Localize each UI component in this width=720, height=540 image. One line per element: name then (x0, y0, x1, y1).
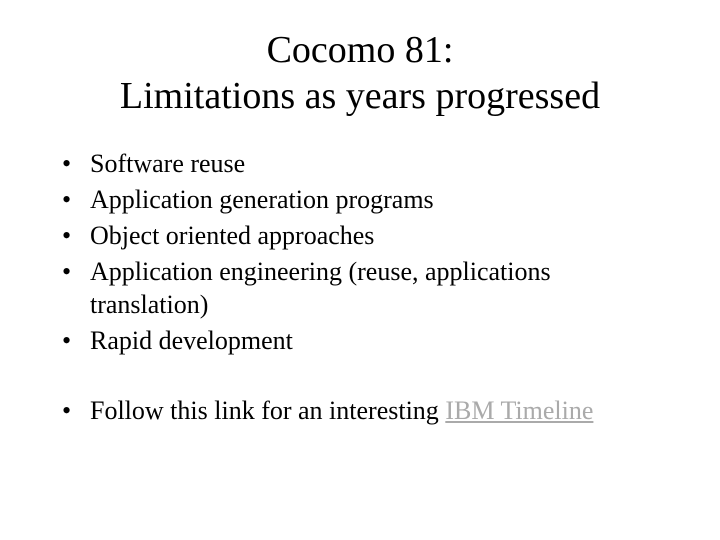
title-line-1: Cocomo 81: (267, 29, 454, 71)
list-item: Object oriented approaches (50, 219, 670, 253)
bullet-text: Application engineering (reuse, applicat… (90, 257, 551, 320)
bullet-text: Application generation programs (90, 185, 434, 214)
bullet-text: Software reuse (90, 149, 245, 178)
bullet-list: Software reuse Application generation pr… (50, 147, 670, 358)
title-line-2: Limitations as years progressed (120, 75, 600, 117)
list-item: Application generation programs (50, 183, 670, 217)
list-item: Application engineering (reuse, applicat… (50, 255, 670, 323)
slide-content: Software reuse Application generation pr… (50, 147, 670, 428)
bullet-list-follow: Follow this link for an interesting IBM … (50, 394, 670, 428)
follow-text: Follow this link for an interesting (90, 396, 445, 425)
ibm-timeline-link[interactable]: IBM Timeline (445, 396, 593, 425)
bullet-text: Rapid development (90, 326, 293, 355)
list-item: Follow this link for an interesting IBM … (50, 394, 670, 428)
bullet-text: Object oriented approaches (90, 221, 374, 250)
list-item: Rapid development (50, 324, 670, 358)
list-item: Software reuse (50, 147, 670, 181)
slide-title: Cocomo 81: Limitations as years progress… (50, 28, 670, 119)
